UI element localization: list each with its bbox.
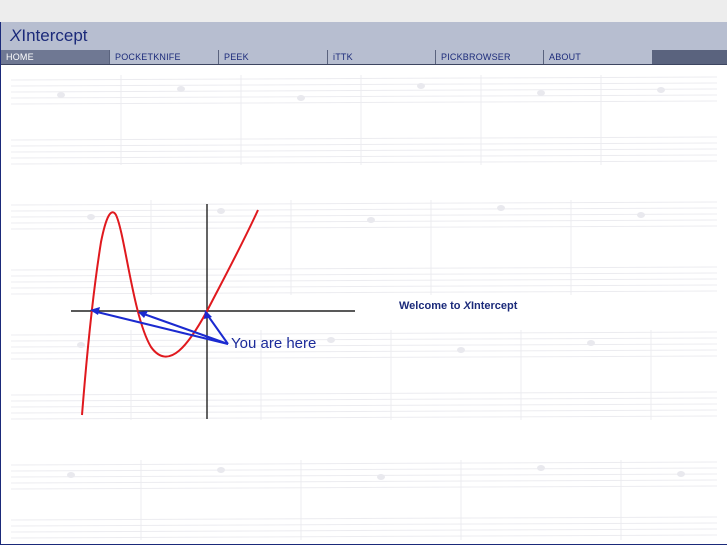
you-are-here-label: You are here [231, 335, 317, 352]
cubic-curve [81, 209, 259, 416]
welcome-text: Welcome to XIntercept [399, 300, 517, 312]
intercept-graph [71, 204, 355, 419]
page: XIntercept HOME POCKETKNIFE PEEK iTTK PI… [0, 22, 727, 545]
welcome-prefix: Welcome to [399, 300, 464, 312]
welcome-suffix: Intercept [470, 300, 518, 312]
welcome-x: X [463, 300, 471, 312]
